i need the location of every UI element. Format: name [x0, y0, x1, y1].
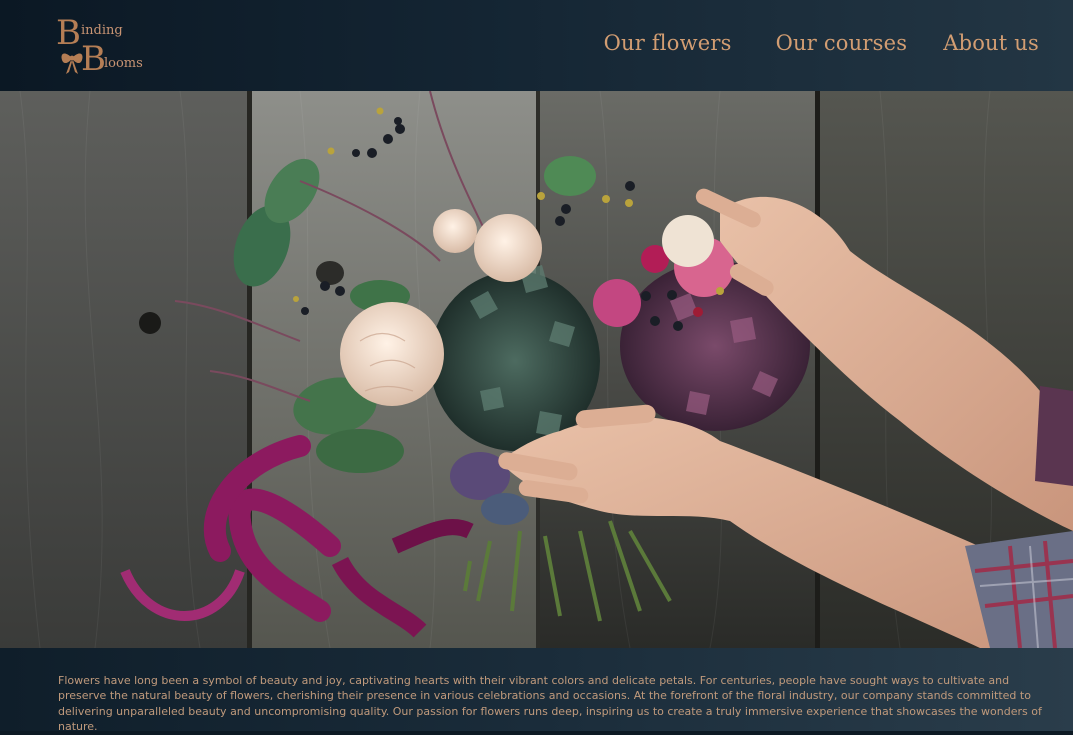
footer-description: Flowers have long been a symbol of beaut… — [58, 674, 1042, 734]
logo-word-inding: inding — [81, 23, 123, 38]
hero-image — [0, 91, 1073, 648]
nav-our-courses[interactable]: Our courses — [776, 31, 908, 55]
bouquet-illustration — [0, 91, 1073, 648]
nav-our-flowers[interactable]: Our flowers — [604, 31, 732, 55]
bow-icon — [61, 53, 83, 74]
logo-word-looms: looms — [104, 56, 143, 71]
logo-letter-b-top: B — [56, 14, 81, 53]
site-footer: Flowers have long been a symbol of beaut… — [0, 648, 1073, 733]
brand-logo[interactable]: B inding B looms — [56, 14, 156, 78]
logo-letter-b-bottom: B — [81, 39, 106, 78]
main-nav: Our flowers Our courses About us — [604, 31, 1039, 55]
site-header: B inding B looms Our flowers Our courses… — [0, 0, 1073, 91]
logo-graphic: B inding B looms — [56, 14, 143, 78]
nav-about-us[interactable]: About us — [943, 31, 1039, 55]
